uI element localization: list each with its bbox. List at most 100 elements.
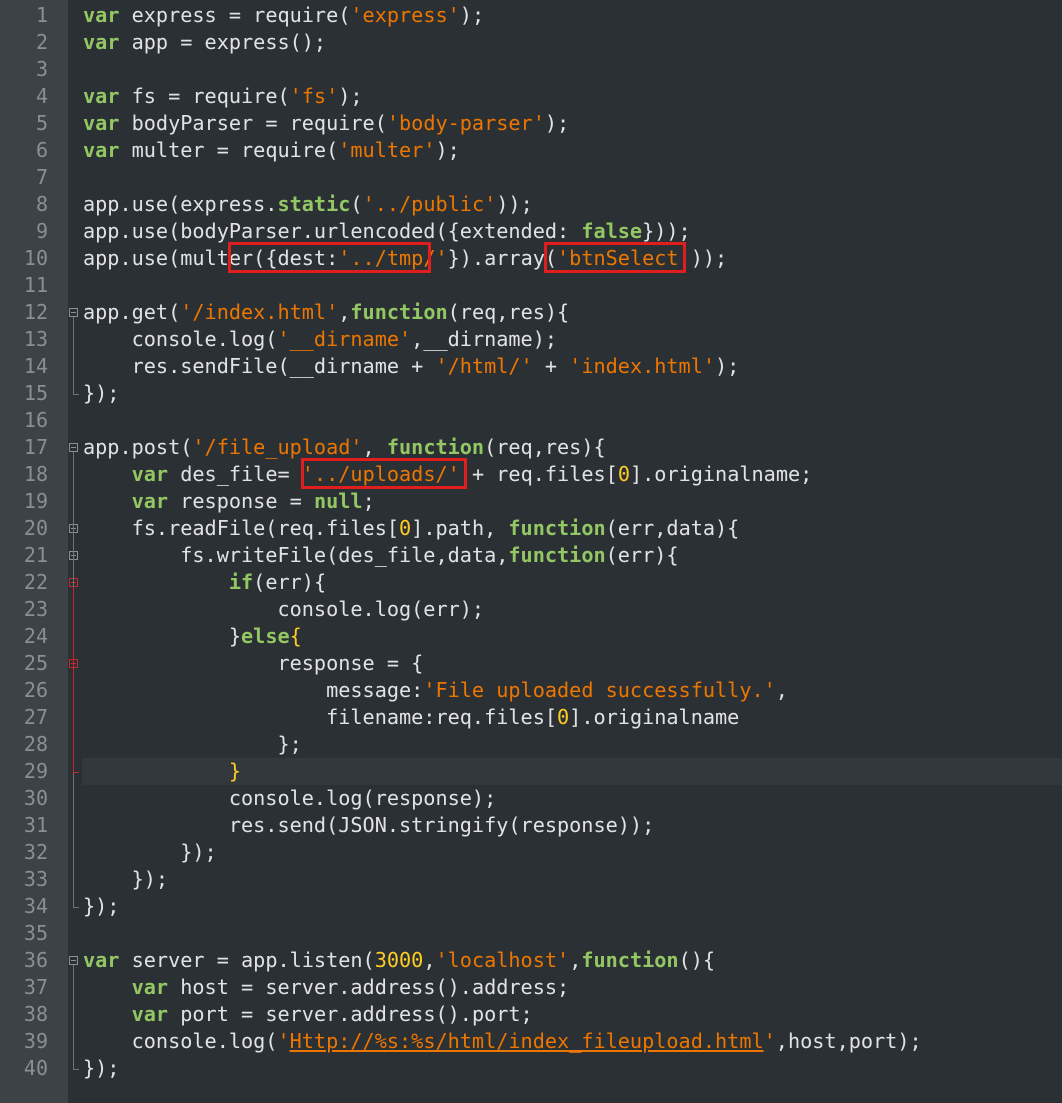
fold-guide-line	[73, 965, 74, 1069]
fold-guide-line	[73, 587, 74, 772]
code-text: fs.readFile(req.files[0].path, function(…	[83, 515, 740, 542]
code-line[interactable]: 1 var express = require('express');	[0, 2, 1062, 29]
code-token: });	[83, 867, 169, 891]
code-line[interactable]: 3	[0, 56, 1062, 83]
line-number: 39	[23, 1029, 48, 1053]
fold-toggle-icon[interactable]	[69, 443, 78, 452]
code-line[interactable]: 33 });	[0, 866, 1062, 893]
code-line[interactable]: 31 res.send(JSON.stringify(response));	[0, 812, 1062, 839]
fold-end-mark	[73, 1069, 79, 1070]
code-token: var	[83, 111, 120, 135]
fold-toggle-icon[interactable]	[69, 308, 78, 317]
code-token: (){	[678, 948, 716, 972]
code-token: fs.writeFile(des_file,data,	[83, 543, 509, 567]
code-line[interactable]: 40});	[0, 1055, 1062, 1082]
code-token: };	[83, 732, 302, 756]
code-token: multer = require(	[119, 138, 339, 162]
line-number: 36	[23, 948, 48, 972]
code-line[interactable]: 24 }else{	[0, 623, 1062, 650]
code-token: function	[350, 300, 448, 324]
code-line[interactable]: 29 }	[0, 758, 1062, 785]
code-token: 'body-parser'	[386, 111, 545, 135]
code-line[interactable]: 14 res.sendFile(__dirname + '/html/' + '…	[0, 353, 1062, 380]
fold-toggle-icon[interactable]	[69, 956, 78, 965]
code-text: console.log('Http://%s:%s/html/index_fil…	[83, 1028, 922, 1055]
code-line[interactable]: 32 });	[0, 839, 1062, 866]
code-line[interactable]: 27 filename:req.files[0].originalname	[0, 704, 1062, 731]
line-number: 25	[23, 651, 48, 675]
code-token: '	[763, 1029, 776, 1053]
code-token: fs.readFile(req.files[	[83, 516, 400, 540]
code-line[interactable]: 10 app.use(multer({dest:'../tmp/'}).array…	[0, 245, 1062, 272]
code-line[interactable]: 34});	[0, 893, 1062, 920]
code-token: 'localhost'	[435, 948, 570, 972]
code-token: ].originalname;	[629, 462, 813, 486]
code-token: host = server.address().address;	[168, 975, 570, 999]
code-token: });	[83, 381, 120, 405]
line-number: 40	[23, 1056, 48, 1080]
code-token: 'fs'	[289, 84, 339, 108]
code-line[interactable]: 4 var fs = require('fs');	[0, 83, 1062, 110]
code-line[interactable]: 30 console.log(response);	[0, 785, 1062, 812]
code-text: if(err){	[83, 569, 326, 596]
line-number: 35	[23, 921, 48, 945]
code-token: 0	[399, 516, 412, 540]
code-text: var multer = require('multer');	[83, 137, 460, 164]
line-number: 27	[23, 705, 48, 729]
code-line[interactable]: 28 };	[0, 731, 1062, 758]
code-line[interactable]: 5 var bodyParser = require('body-parser')…	[0, 110, 1062, 137]
line-number: 30	[23, 786, 48, 810]
code-token: (req,res){	[447, 300, 570, 324]
code-line[interactable]: 35	[0, 920, 1062, 947]
code-line[interactable]: 39 console.log('Http://%s:%s/html/index_…	[0, 1028, 1062, 1055]
code-line[interactable]: 17 app.post('/file_upload', function(req,…	[0, 434, 1062, 461]
code-token: 'File uploaded successfully.'	[423, 678, 776, 702]
code-line[interactable]: 11	[0, 272, 1062, 299]
code-line[interactable]: 6 var multer = require('multer');	[0, 137, 1062, 164]
code-token: });	[83, 1056, 120, 1080]
code-line[interactable]: 7	[0, 164, 1062, 191]
code-token: );	[459, 3, 485, 27]
code-token: ].path,	[411, 516, 509, 540]
code-token: des_file=	[168, 462, 302, 486]
code-line[interactable]: 12 app.get('/index.html',function(req,res…	[0, 299, 1062, 326]
code-token: ,	[423, 948, 436, 972]
code-line[interactable]: 15});	[0, 380, 1062, 407]
code-line[interactable]: 36 var server = app.listen(3000,'localhos…	[0, 947, 1062, 974]
code-line[interactable]: 22 if(err){	[0, 569, 1062, 596]
code-token: var	[131, 462, 169, 486]
code-token: 3000	[374, 948, 424, 972]
code-line[interactable]: 20 fs.readFile(req.files[0].path, functi…	[0, 515, 1062, 542]
code-line[interactable]: 38 var port = server.address().port;	[0, 1001, 1062, 1028]
code-line[interactable]: 19 var response = null;	[0, 488, 1062, 515]
code-text: filename:req.files[0].originalname	[83, 704, 739, 731]
code-line[interactable]: 9 app.use(bodyParser.urlencoded({extended…	[0, 218, 1062, 245]
line-number: 32	[23, 840, 48, 864]
code-line[interactable]: 8 app.use(express.static('../public'));	[0, 191, 1062, 218]
code-line[interactable]: 23 console.log(err);	[0, 596, 1062, 623]
code-line[interactable]: 21 fs.writeFile(des_file,data,function(e…	[0, 542, 1062, 569]
code-token: else	[241, 624, 290, 648]
code-editor[interactable]: 1 var express = require('express'); 2 var a…	[0, 0, 1062, 1103]
code-token: }	[83, 624, 242, 648]
code-text: fs.writeFile(des_file,data,function(err)…	[83, 542, 678, 569]
code-line[interactable]: 18 var des_file= '../uploads/' + req.fil…	[0, 461, 1062, 488]
code-line[interactable]: 16	[0, 407, 1062, 434]
code-line[interactable]: 37 var host = server.address().address;	[0, 974, 1062, 1001]
line-number: 34	[23, 894, 48, 918]
code-line[interactable]: 13 console.log('__dirname',__dirname);	[0, 326, 1062, 353]
code-line[interactable]: 2 var app = express();	[0, 29, 1062, 56]
line-number: 4	[35, 84, 48, 108]
code-token: null	[313, 489, 363, 513]
line-number: 31	[23, 813, 48, 837]
code-line[interactable]: 26 message:'File uploaded successfully.'…	[0, 677, 1062, 704]
code-token: {	[289, 624, 302, 648]
line-number: 13	[23, 327, 48, 351]
code-text: app.use(bodyParser.urlencoded({extended:…	[83, 218, 691, 245]
highlight-box	[227, 242, 431, 273]
code-line[interactable]: 25 response = {	[0, 650, 1062, 677]
code-token: static	[277, 192, 351, 216]
